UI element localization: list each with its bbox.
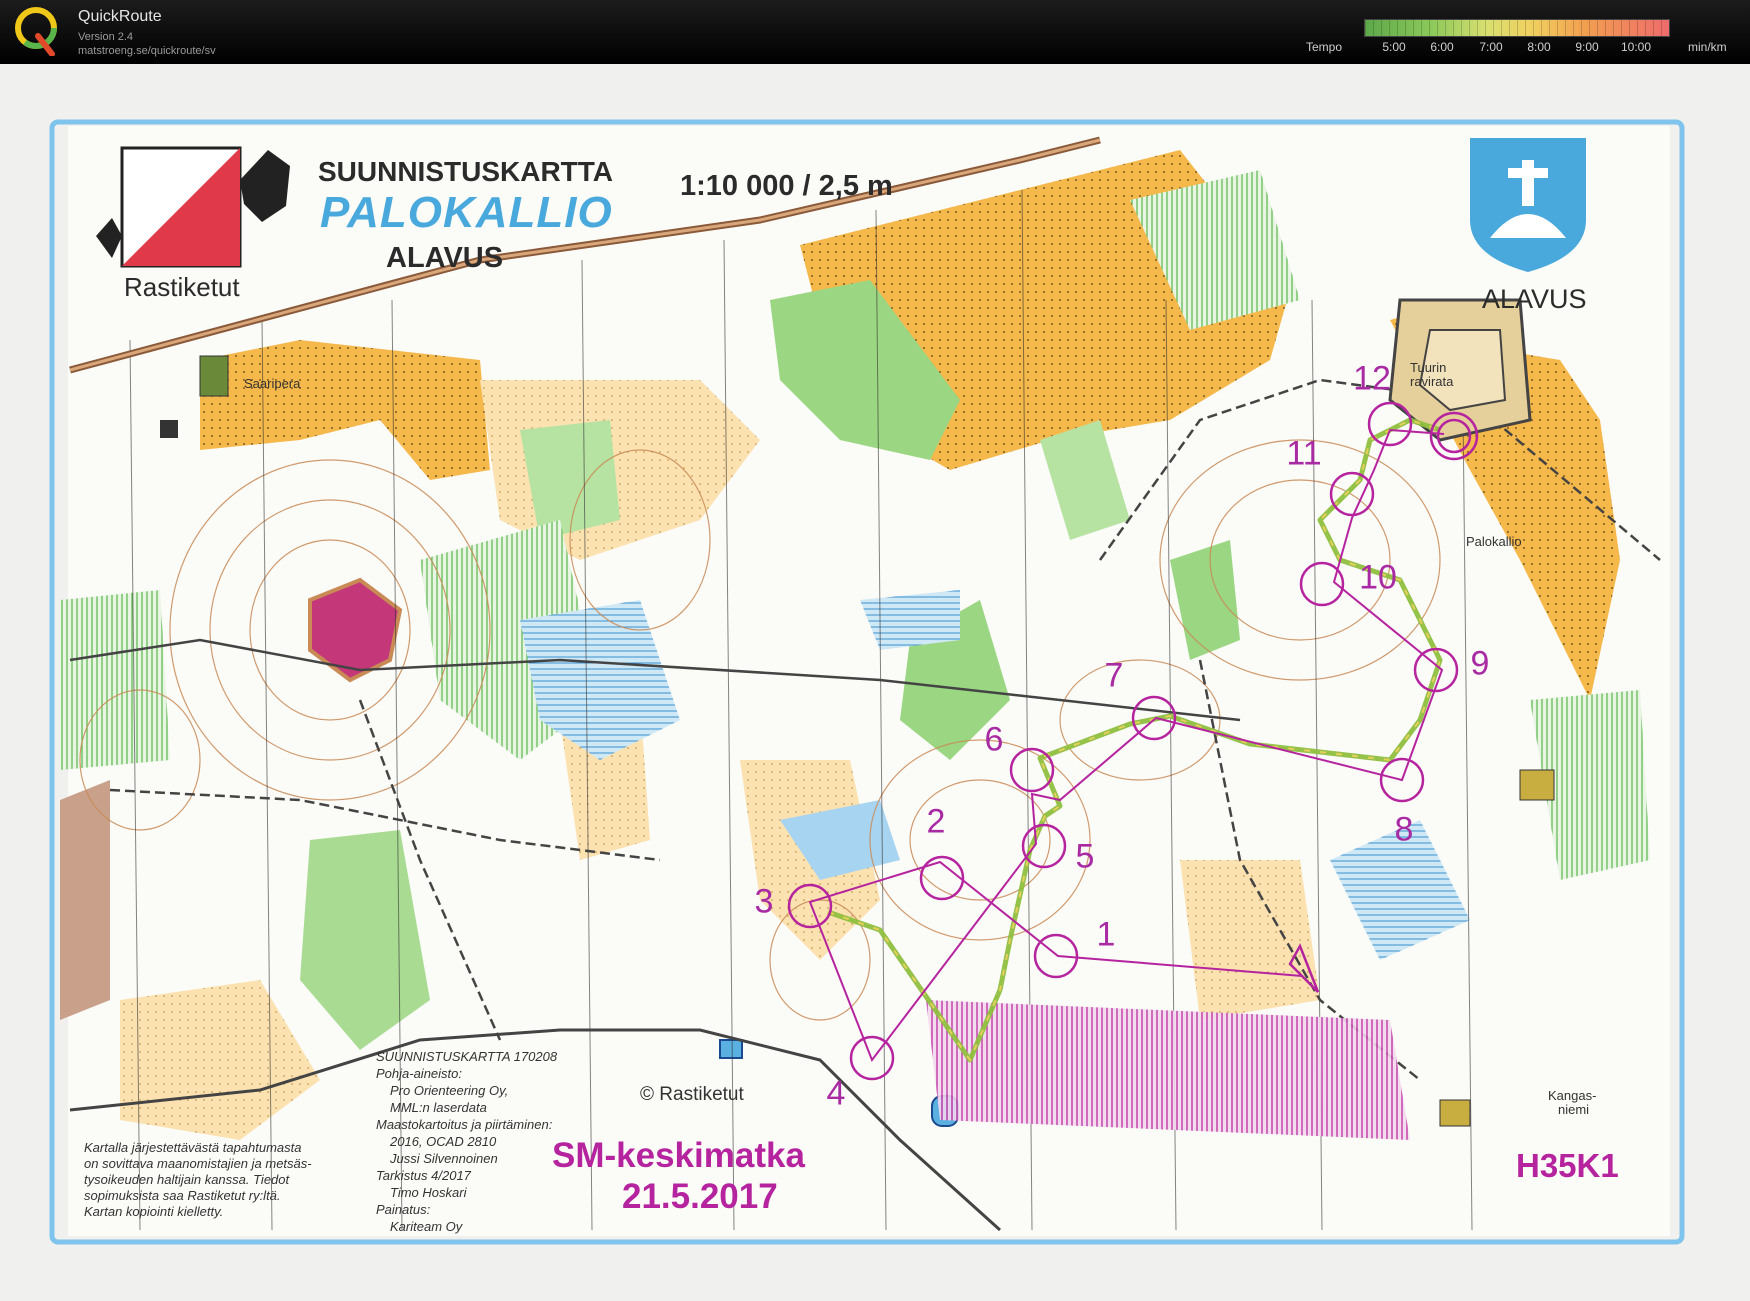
tempo-tick: 5:00 <box>1382 40 1406 54</box>
credit-line: Tarkistus 4/2017 <box>376 1168 471 1183</box>
event-date: 21.5.2017 <box>622 1177 778 1216</box>
map-copyright: © Rastiketut <box>640 1084 744 1105</box>
control-number: 12 <box>1353 359 1391 398</box>
control-number: 5 <box>1075 837 1095 876</box>
control-number: 7 <box>1104 656 1124 695</box>
credit-line: Painatus: <box>376 1202 431 1217</box>
place-label-palokallio: Palokallio <box>1466 534 1522 549</box>
credit-line: Kariteam Oy <box>390 1219 463 1234</box>
tempo-tick: 9:00 <box>1575 40 1599 54</box>
legal-line: Kartan kopiointi kielletty. <box>84 1204 224 1219</box>
legal-line: sopimuksista saa Rastiketut ry:ltä. <box>84 1188 281 1203</box>
place-label-ravirata: ravirata <box>1410 374 1454 389</box>
credit-line: 2016, OCAD 2810 <box>390 1134 497 1149</box>
map-legal-notice: Kartalla järjestettävästä tapahtumasta o… <box>84 1140 312 1220</box>
control-number: 8 <box>1394 810 1414 849</box>
place-label-kangasniemi-2: niemi <box>1558 1102 1590 1117</box>
control-number: 6 <box>984 720 1004 759</box>
tempo-label: Tempo <box>1306 40 1343 54</box>
credit-line: SUUNNISTUSKARTTA 170208 <box>376 1049 558 1064</box>
legal-line: on sovittava maanomistajien ja metsäs- <box>84 1156 312 1171</box>
control-number: 9 <box>1470 644 1490 683</box>
control-number: 1 <box>1096 915 1116 954</box>
credit-line: Jussi Silvennoinen <box>390 1151 498 1166</box>
club-name: Rastiketut <box>124 272 240 302</box>
place-label-tuurin: Tuurin <box>1410 360 1447 375</box>
control-number: 3 <box>754 882 774 921</box>
place-label-kangasniemi-1: Kangas- <box>1548 1088 1597 1103</box>
credit-line: Timo Hoskari <box>390 1185 467 1200</box>
control-number: 2 <box>926 802 946 841</box>
credit-line: Pro Orienteering Oy, <box>390 1083 509 1098</box>
tempo-tick: 6:00 <box>1430 40 1454 54</box>
legal-line: tysoikeuden haltijain kanssa. Tiedot <box>84 1172 290 1187</box>
credit-line: Maastokartoitus ja piirtäminen: <box>376 1117 553 1132</box>
quickroute-logo-icon <box>15 7 57 56</box>
credit-line: Pohja-aineisto: <box>376 1066 462 1081</box>
crest-label: ALAVUS <box>1482 284 1587 314</box>
tempo-color-scale <box>1364 19 1670 37</box>
legal-line: Kartalla järjestettävästä tapahtumasta <box>84 1140 302 1155</box>
map-scale: 1:10 000 / 2,5 m <box>680 170 893 202</box>
place-label-saaripera: Saaripera <box>244 376 301 391</box>
credit-line: MML:n laserdata <box>390 1100 487 1115</box>
app-version: Version 2.4 <box>78 31 134 43</box>
event-name: SM-keskimatka <box>552 1136 805 1175</box>
control-number: 4 <box>826 1074 846 1113</box>
map-canvas[interactable]: SUUNNISTUSKARTTA PALOKALLIO ALAVUS 1:10 … <box>0 64 1750 1301</box>
course-name: H35K1 <box>1516 1147 1619 1184</box>
control-number: 10 <box>1359 558 1397 597</box>
app-header: QuickRoute Version 2.4 matstroeng.se/qui… <box>0 0 1750 64</box>
tempo-tick: 8:00 <box>1527 40 1551 54</box>
map-header-title: SUUNNISTUSKARTTA <box>318 156 614 187</box>
tempo-tick: 10:00 <box>1620 40 1652 54</box>
control-number: 11 <box>1286 434 1322 473</box>
tempo-tick: 7:00 <box>1479 40 1503 54</box>
app-url[interactable]: matstroeng.se/quickroute/sv <box>78 45 216 57</box>
map-credits: SUUNNISTUSKARTTA 170208 Pohja-aineisto: … <box>376 1048 557 1235</box>
tempo-unit: min/km <box>1688 40 1727 54</box>
map-name: PALOKALLIO <box>320 188 613 237</box>
map-municipality: ALAVUS <box>386 242 504 274</box>
app-name: QuickRoute <box>78 8 162 25</box>
